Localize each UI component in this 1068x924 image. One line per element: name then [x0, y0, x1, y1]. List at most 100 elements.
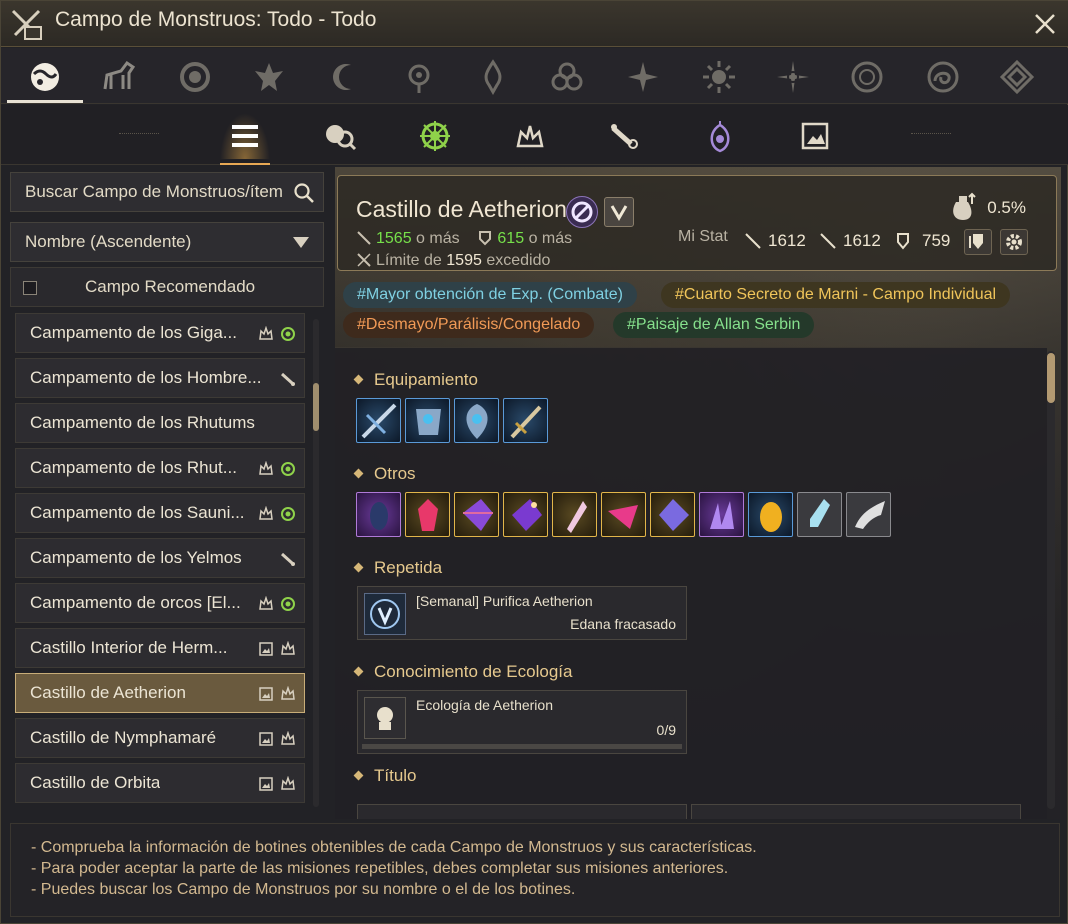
filter-picture[interactable]	[790, 113, 840, 159]
close-icon[interactable]	[1031, 10, 1059, 38]
crown-icon	[281, 686, 295, 700]
tag-secret-room[interactable]: #Cuarto Secreto de Marni - Campo Individ…	[661, 282, 1011, 308]
field-info-card: Castillo de Aetherion 1565 o más 615 o m…	[337, 175, 1057, 271]
list-item[interactable]: Castillo de Orbita	[15, 763, 305, 803]
repeat-quest-card[interactable]: [Semanal] Purifica Aetherion Edana fraca…	[357, 586, 687, 640]
tab-circle-sigil[interactable]	[837, 54, 897, 100]
tab-star-burst[interactable]	[613, 54, 673, 100]
tab-flame-crest[interactable]	[463, 54, 523, 100]
list-scrollbar-thumb[interactable]	[313, 383, 319, 431]
ap-required-value: 1565	[376, 230, 412, 247]
sword-icon[interactable]	[503, 398, 548, 443]
recommended-filter[interactable]: Campo Recomendado	[10, 267, 324, 307]
tag-cc[interactable]: #Desmayo/Parálisis/Congelado	[343, 312, 595, 338]
divider	[119, 133, 159, 139]
awakening-sword-icon	[820, 233, 836, 249]
picture-frame-icon	[259, 687, 273, 701]
detail-scrollbar[interactable]	[1047, 351, 1055, 809]
tab-sun[interactable]	[689, 54, 749, 100]
list-item-icons	[258, 326, 296, 342]
filter-crown[interactable]	[505, 113, 555, 159]
list-item[interactable]: Campamento de los Giga...	[15, 313, 305, 353]
tab-knot[interactable]	[537, 54, 597, 100]
shield-icon[interactable]	[454, 398, 499, 443]
info-footer: - Comprueba la información de botines ob…	[10, 823, 1060, 917]
gear-preset-button[interactable]	[964, 229, 992, 255]
filter-ecology[interactable]	[315, 113, 365, 159]
search-icon[interactable]	[293, 182, 315, 204]
tab-horse[interactable]	[89, 54, 149, 100]
list-item[interactable]: Castillo de Nymphamaré	[15, 718, 305, 758]
list-item[interactable]: Campamento de orcos [El...	[15, 583, 305, 623]
golden-egg-icon[interactable]	[748, 492, 793, 537]
list-item[interactable]: Campamento de los Sauni...	[15, 493, 305, 533]
list-item-icons	[280, 551, 296, 567]
list-item[interactable]: Campamento de los Rhutums	[15, 403, 305, 443]
list-item[interactable]: Campamento de los Yelmos	[15, 538, 305, 578]
filter-scroll[interactable]	[600, 113, 650, 159]
lattice-icon	[999, 59, 1035, 95]
shield-icon	[897, 233, 909, 250]
settings-button[interactable]	[1000, 229, 1028, 255]
list-item[interactable]: Castillo de Aetherion	[15, 673, 305, 713]
search-ecology-icon	[326, 125, 357, 151]
crossbow-icon[interactable]	[356, 398, 401, 443]
title-card[interactable]	[357, 804, 687, 819]
potion-icon[interactable]	[797, 492, 842, 537]
red-crystal-icon[interactable]	[405, 492, 450, 537]
violet-gem-icon[interactable]	[650, 492, 695, 537]
pink-shard-icon[interactable]	[601, 492, 646, 537]
detail-panel: Castillo de Aetherion 1565 o más 615 o m…	[335, 167, 1061, 819]
detail-scrollbar-thumb[interactable]	[1047, 353, 1055, 403]
recommended-label: Campo Recomendado	[85, 277, 256, 296]
tab-compass-star[interactable]	[763, 54, 823, 100]
monster-field-window: Campo de Monstruos: Todo - Todo Buscar C…	[0, 0, 1068, 924]
quest-icon	[364, 593, 406, 635]
green-emblem-icon	[281, 327, 295, 341]
section-others-title: Otros	[355, 464, 416, 484]
filter-all[interactable]	[220, 113, 270, 165]
divider	[911, 133, 951, 139]
tab-lion[interactable]	[165, 54, 225, 100]
dark-stone-icon[interactable]	[356, 492, 401, 537]
tab-swirl[interactable]	[913, 54, 973, 100]
list-item[interactable]: Campamento de los Hombre...	[15, 358, 305, 398]
list-item[interactable]: Campamento de los Rhut...	[15, 448, 305, 488]
expand-button[interactable]	[604, 197, 634, 227]
list-item[interactable]: Castillo Interior de Herm...	[15, 628, 305, 668]
quest-npc: Edana fracasado	[570, 616, 676, 632]
ecology-card[interactable]: Ecología de Aetherion 0/9	[357, 690, 687, 754]
sword-icon	[357, 253, 371, 267]
gear-icon	[1006, 234, 1022, 250]
list-item-label: Campamento de orcos [El...	[30, 593, 241, 612]
recommended-checkbox[interactable]	[23, 281, 37, 295]
scroll-icon	[611, 124, 638, 149]
search-input[interactable]: Buscar Campo de Monstruos/ítem	[10, 172, 324, 212]
loot-bag-icon	[953, 192, 976, 220]
armor-icon[interactable]	[405, 398, 450, 443]
sort-dropdown[interactable]: Nombre (Ascendente)	[10, 222, 324, 262]
tab-eagle-crest[interactable]	[239, 54, 299, 100]
tab-lattice[interactable]	[987, 54, 1047, 100]
tab-moon[interactable]	[315, 54, 375, 100]
white-crystal-icon[interactable]	[552, 492, 597, 537]
my-dp: 759	[922, 231, 951, 250]
filter-lantern[interactable]	[695, 113, 745, 159]
purple-gem-icon[interactable]	[454, 492, 499, 537]
title-card[interactable]	[691, 804, 1021, 819]
tab-orb[interactable]	[389, 54, 449, 100]
shield-swap-icon	[969, 234, 983, 249]
tab-world[interactable]	[7, 54, 83, 103]
violet-cluster-icon[interactable]	[699, 492, 744, 537]
list-icon	[232, 125, 258, 147]
filter-emblem[interactable]	[410, 113, 460, 159]
other-items	[356, 492, 891, 537]
tag-scenery[interactable]: #Paisaje de Allan Serbin	[613, 312, 815, 338]
horse-icon	[103, 60, 136, 90]
green-emblem-icon	[281, 597, 295, 611]
tag-exp[interactable]: #Mayor obtención de Exp. (Combate)	[343, 282, 637, 308]
blue-purple-gem-icon[interactable]	[503, 492, 548, 537]
ecology-title: Ecología de Aetherion	[416, 697, 553, 713]
compass-star-icon	[777, 61, 809, 93]
horn-icon[interactable]	[846, 492, 891, 537]
